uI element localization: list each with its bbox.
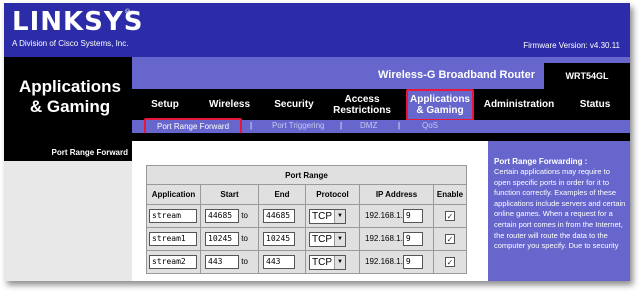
ip-prefix: 192.168.1. (365, 234, 403, 244)
ip-last-octet-input[interactable]: 9 (402, 255, 423, 269)
ip-prefix: 192.168.1. (365, 257, 403, 267)
section-label: Port Range Forward (51, 148, 128, 157)
protocol-select[interactable]: TCP ▼ (309, 231, 346, 247)
application-name-input[interactable]: stream2 (149, 255, 197, 269)
col-header-enable: Enable (433, 184, 467, 205)
linksys-logo: LINKSYS (12, 7, 144, 37)
to-label: to (241, 257, 248, 267)
enable-checkbox[interactable]: ✓ (445, 257, 455, 267)
col-header-start: Start (200, 184, 259, 205)
logo-subtitle: A Division of Cisco Systems, Inc. (12, 39, 129, 48)
enable-checkbox[interactable]: ✓ (445, 234, 455, 244)
table-row: stream 44685 to 44685 TCP ▼ 192.168.1. 9 ✓ (146, 204, 467, 228)
sub-nav: Port Range Forward | Port Triggering | D… (132, 118, 630, 135)
application-name-input[interactable]: stream1 (149, 232, 197, 246)
tab-security[interactable]: Security (261, 89, 327, 120)
protocol-value: TCP (312, 233, 332, 245)
start-port-input[interactable]: 10245 (205, 232, 239, 246)
tab-setup[interactable]: Setup (132, 89, 198, 120)
protocol-value: TCP (312, 256, 332, 268)
ip-prefix: 192.168.1. (365, 211, 403, 221)
product-name: Wireless-G Broadband Router (378, 69, 535, 81)
subnav-separator: | (340, 121, 343, 130)
ip-last-octet-input[interactable]: 9 (402, 232, 423, 246)
table-title: Port Range (146, 165, 467, 185)
subtab-port-triggering[interactable]: Port Triggering (272, 121, 324, 133)
help-panel: Port Range Forwarding : Certain applicat… (480, 141, 630, 281)
chevron-down-icon: ▼ (334, 209, 345, 223)
help-title: Port Range Forwarding : (494, 157, 588, 166)
tab-status[interactable]: Status (564, 89, 626, 120)
port-range-table: Port Range Application Start End Protoco… (146, 165, 467, 274)
nav-divider (4, 133, 630, 141)
firmware-version: Firmware Version: v4.30.11 (523, 41, 620, 50)
tab-applications-gaming[interactable]: Applications & Gaming (406, 89, 474, 121)
protocol-value: TCP (312, 210, 332, 222)
product-strip: Wireless-G Broadband Router WRT54GL (132, 57, 630, 89)
to-label: to (241, 211, 248, 221)
left-panel (4, 161, 132, 281)
tab-access-restrictions[interactable]: Access Restrictions (327, 89, 397, 120)
table-row: stream2 443 to 443 TCP ▼ 192.168.1. 9 ✓ (146, 250, 467, 274)
tab-administration[interactable]: Administration (477, 89, 561, 120)
start-port-input[interactable]: 44685 (205, 209, 239, 223)
start-port-input[interactable]: 443 (205, 255, 239, 269)
page-title: Applications & Gaming (18, 77, 121, 116)
main-nav: Setup Wireless Security Access Restricti… (132, 89, 630, 121)
end-port-input[interactable]: 443 (263, 255, 295, 269)
application-name-input[interactable]: stream (149, 209, 197, 223)
model-badge: WRT54GL (544, 63, 630, 89)
subtab-dmz[interactable]: DMZ (360, 121, 377, 133)
to-label: to (241, 234, 248, 244)
header-bar: LINKSYS ® A Division of Cisco Systems, I… (4, 3, 630, 57)
help-body: Certain applications may require to open… (494, 167, 626, 251)
table-row: stream1 10245 to 10245 TCP ▼ 192.168.1. 9 … (146, 227, 467, 251)
tab-wireless[interactable]: Wireless (198, 89, 261, 120)
ip-last-octet-input[interactable]: 9 (402, 209, 423, 223)
subnav-separator: | (250, 121, 253, 130)
end-port-input[interactable]: 44685 (263, 209, 295, 223)
chevron-down-icon: ▼ (334, 232, 345, 246)
end-port-input[interactable]: 10245 (263, 232, 295, 246)
subnav-separator: | (398, 121, 401, 130)
col-header-ip-address: IP Address (359, 184, 434, 205)
protocol-select[interactable]: TCP ▼ (309, 208, 346, 224)
col-header-protocol: Protocol (305, 184, 360, 205)
subtab-qos[interactable]: QoS (422, 121, 438, 133)
chevron-down-icon: ▼ (334, 255, 345, 269)
main-content: Port Range Application Start End Protoco… (132, 141, 480, 281)
router-admin-page: LINKSYS ® A Division of Cisco Systems, I… (4, 3, 630, 281)
col-header-end: End (258, 184, 306, 205)
col-header-application: Application (146, 184, 201, 205)
protocol-select[interactable]: TCP ▼ (309, 254, 346, 270)
registered-mark: ® (125, 9, 131, 16)
enable-checkbox[interactable]: ✓ (445, 211, 455, 221)
